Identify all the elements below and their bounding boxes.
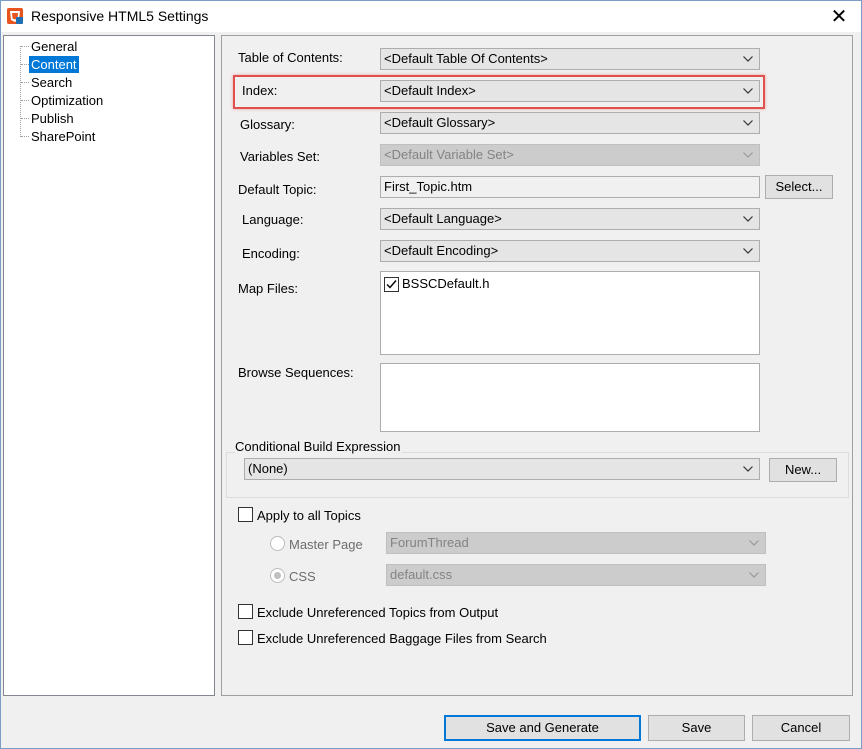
apply-all-label: Apply to all Topics: [257, 508, 361, 523]
chevron-down-icon: [743, 120, 753, 126]
tree-connector: [21, 46, 29, 47]
language-label: Language:: [242, 212, 304, 227]
language-value: <Default Language>: [384, 211, 502, 226]
toc-value: <Default Table Of Contents>: [384, 51, 548, 66]
language-dropdown[interactable]: <Default Language>: [380, 208, 760, 230]
cancel-button[interactable]: Cancel: [752, 715, 850, 741]
close-icon[interactable]: ✕: [818, 1, 860, 31]
map-file-name: BSSCDefault.h: [402, 276, 490, 291]
master-page-value: ForumThread: [390, 535, 469, 550]
master-page-radio[interactable]: [270, 536, 285, 551]
default-topic-label: Default Topic:: [238, 182, 317, 197]
sidebar-item-publish[interactable]: Publish: [29, 110, 76, 127]
toc-label: Table of Contents:: [238, 50, 343, 65]
chevron-down-icon: [743, 248, 753, 254]
css-dropdown[interactable]: default.css: [386, 564, 766, 586]
map-files-label: Map Files:: [238, 281, 298, 296]
apply-all-checkbox[interactable]: [238, 507, 253, 522]
css-value: default.css: [390, 567, 453, 582]
master-page-dropdown[interactable]: ForumThread: [386, 532, 766, 554]
cbe-label: Conditional Build Expression: [235, 439, 403, 454]
variables-dropdown[interactable]: <Default Variable Set>: [380, 144, 760, 166]
select-button[interactable]: Select...: [765, 175, 833, 199]
glossary-label: Glossary:: [240, 117, 295, 132]
tree-connector: [20, 46, 21, 137]
default-topic-field[interactable]: First_Topic.htm: [380, 176, 760, 198]
browse-sequences-label: Browse Sequences:: [238, 365, 354, 380]
css-radio[interactable]: [270, 568, 285, 583]
new-button[interactable]: New...: [769, 458, 837, 482]
cbe-value: (None): [248, 461, 288, 476]
chevron-down-icon: [749, 540, 759, 546]
save-button[interactable]: Save: [648, 715, 745, 741]
save-and-generate-button[interactable]: Save and Generate: [444, 715, 641, 741]
sidebar-item-content[interactable]: Content: [29, 56, 79, 73]
map-files-list[interactable]: BSSCDefault.h: [380, 271, 760, 355]
app-icon: [6, 7, 24, 25]
exclude-topics-label: Exclude Unreferenced Topics from Output: [257, 605, 499, 620]
variables-label: Variables Set:: [240, 149, 320, 164]
glossary-dropdown[interactable]: <Default Glossary>: [380, 112, 760, 134]
checkmark-icon: [386, 280, 397, 289]
toc-dropdown[interactable]: <Default Table Of Contents>: [380, 48, 760, 70]
chevron-down-icon: [743, 88, 753, 94]
chevron-down-icon: [743, 152, 753, 158]
index-dropdown[interactable]: <Default Index>: [380, 80, 760, 102]
tree-connector: [21, 82, 29, 83]
sidebar-item-search[interactable]: Search: [29, 74, 74, 91]
encoding-label: Encoding:: [242, 246, 300, 261]
glossary-value: <Default Glossary>: [384, 115, 496, 130]
index-label: Index:: [242, 83, 278, 98]
sidebar-item-optimization[interactable]: Optimization: [29, 92, 105, 109]
map-file-checkbox[interactable]: [384, 277, 399, 292]
chevron-down-icon: [743, 466, 753, 472]
master-page-label: Master Page: [289, 537, 363, 552]
exclude-baggage-label: Exclude Unreferenced Baggage Files from …: [257, 631, 547, 646]
tree-connector: [21, 64, 29, 65]
tree-connector: [21, 118, 29, 119]
exclude-topics-checkbox[interactable]: [238, 604, 253, 619]
css-label: CSS: [289, 569, 316, 584]
exclude-baggage-checkbox[interactable]: [238, 630, 253, 645]
chevron-down-icon: [743, 216, 753, 222]
tree-connector: [21, 136, 29, 137]
chevron-down-icon: [749, 572, 759, 578]
window-title: Responsive HTML5 Settings: [31, 8, 209, 24]
cbe-dropdown[interactable]: (None): [244, 458, 760, 480]
chevron-down-icon: [743, 56, 753, 62]
browse-sequences-list[interactable]: [380, 363, 760, 432]
sidebar-item-sharepoint[interactable]: SharePoint: [29, 128, 97, 145]
settings-tree: General Content Search Optimization Publ…: [3, 35, 215, 696]
encoding-value: <Default Encoding>: [384, 243, 499, 258]
variables-value: <Default Variable Set>: [384, 147, 514, 162]
index-value: <Default Index>: [384, 83, 476, 98]
tree-connector: [21, 100, 29, 101]
encoding-dropdown[interactable]: <Default Encoding>: [380, 240, 760, 262]
sidebar-item-general[interactable]: General: [29, 38, 79, 55]
